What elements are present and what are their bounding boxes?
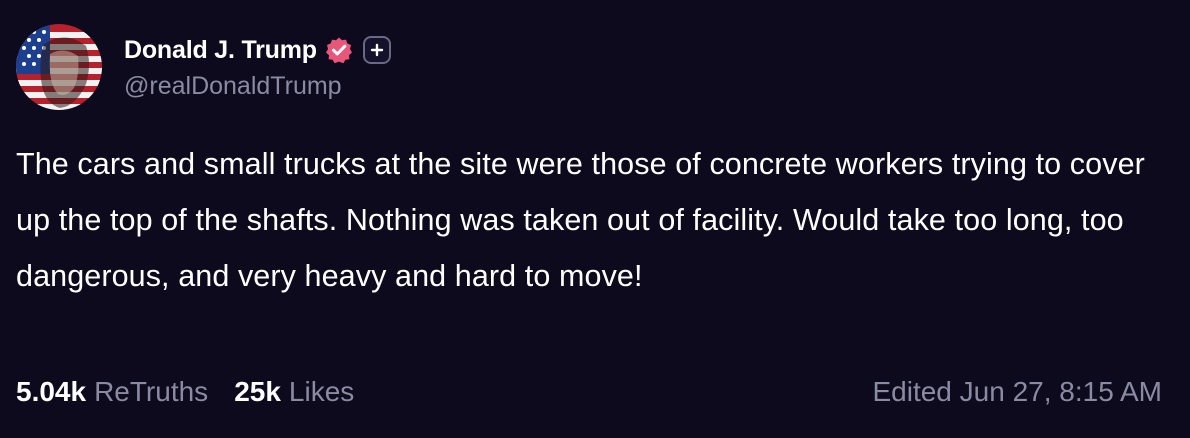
post-card: Donald J. Trump @realDonaldTrump The car… bbox=[0, 0, 1190, 438]
likes-label: Likes bbox=[288, 376, 355, 407]
flag-portrait-avatar-icon bbox=[16, 24, 102, 110]
author-handle[interactable]: @realDonaldTrump bbox=[124, 72, 391, 101]
post-text: The cars and small trucks at the site we… bbox=[16, 147, 1145, 293]
retruths-stat[interactable]: 5.04k ReTruths bbox=[16, 376, 208, 408]
retruths-count: 5.04k bbox=[16, 376, 87, 407]
author-identity: Donald J. Trump @realDonaldTrump bbox=[124, 32, 391, 101]
author-display-name[interactable]: Donald J. Trump bbox=[124, 36, 317, 65]
retruths-label: ReTruths bbox=[94, 376, 209, 407]
name-row: Donald J. Trump bbox=[124, 32, 391, 68]
verified-badge-icon bbox=[325, 36, 353, 64]
edited-timestamp[interactable]: Edited Jun 27, 8:15 AM bbox=[872, 376, 1162, 408]
avatar[interactable] bbox=[16, 24, 102, 110]
post-header: Donald J. Trump @realDonaldTrump bbox=[16, 24, 391, 112]
likes-count: 25k bbox=[234, 376, 281, 407]
likes-stat[interactable]: 25k Likes bbox=[234, 376, 354, 408]
plus-badge-icon bbox=[362, 36, 391, 64]
post-footer: 5.04k ReTruths 25k Likes Edited Jun 27, … bbox=[16, 372, 1162, 412]
